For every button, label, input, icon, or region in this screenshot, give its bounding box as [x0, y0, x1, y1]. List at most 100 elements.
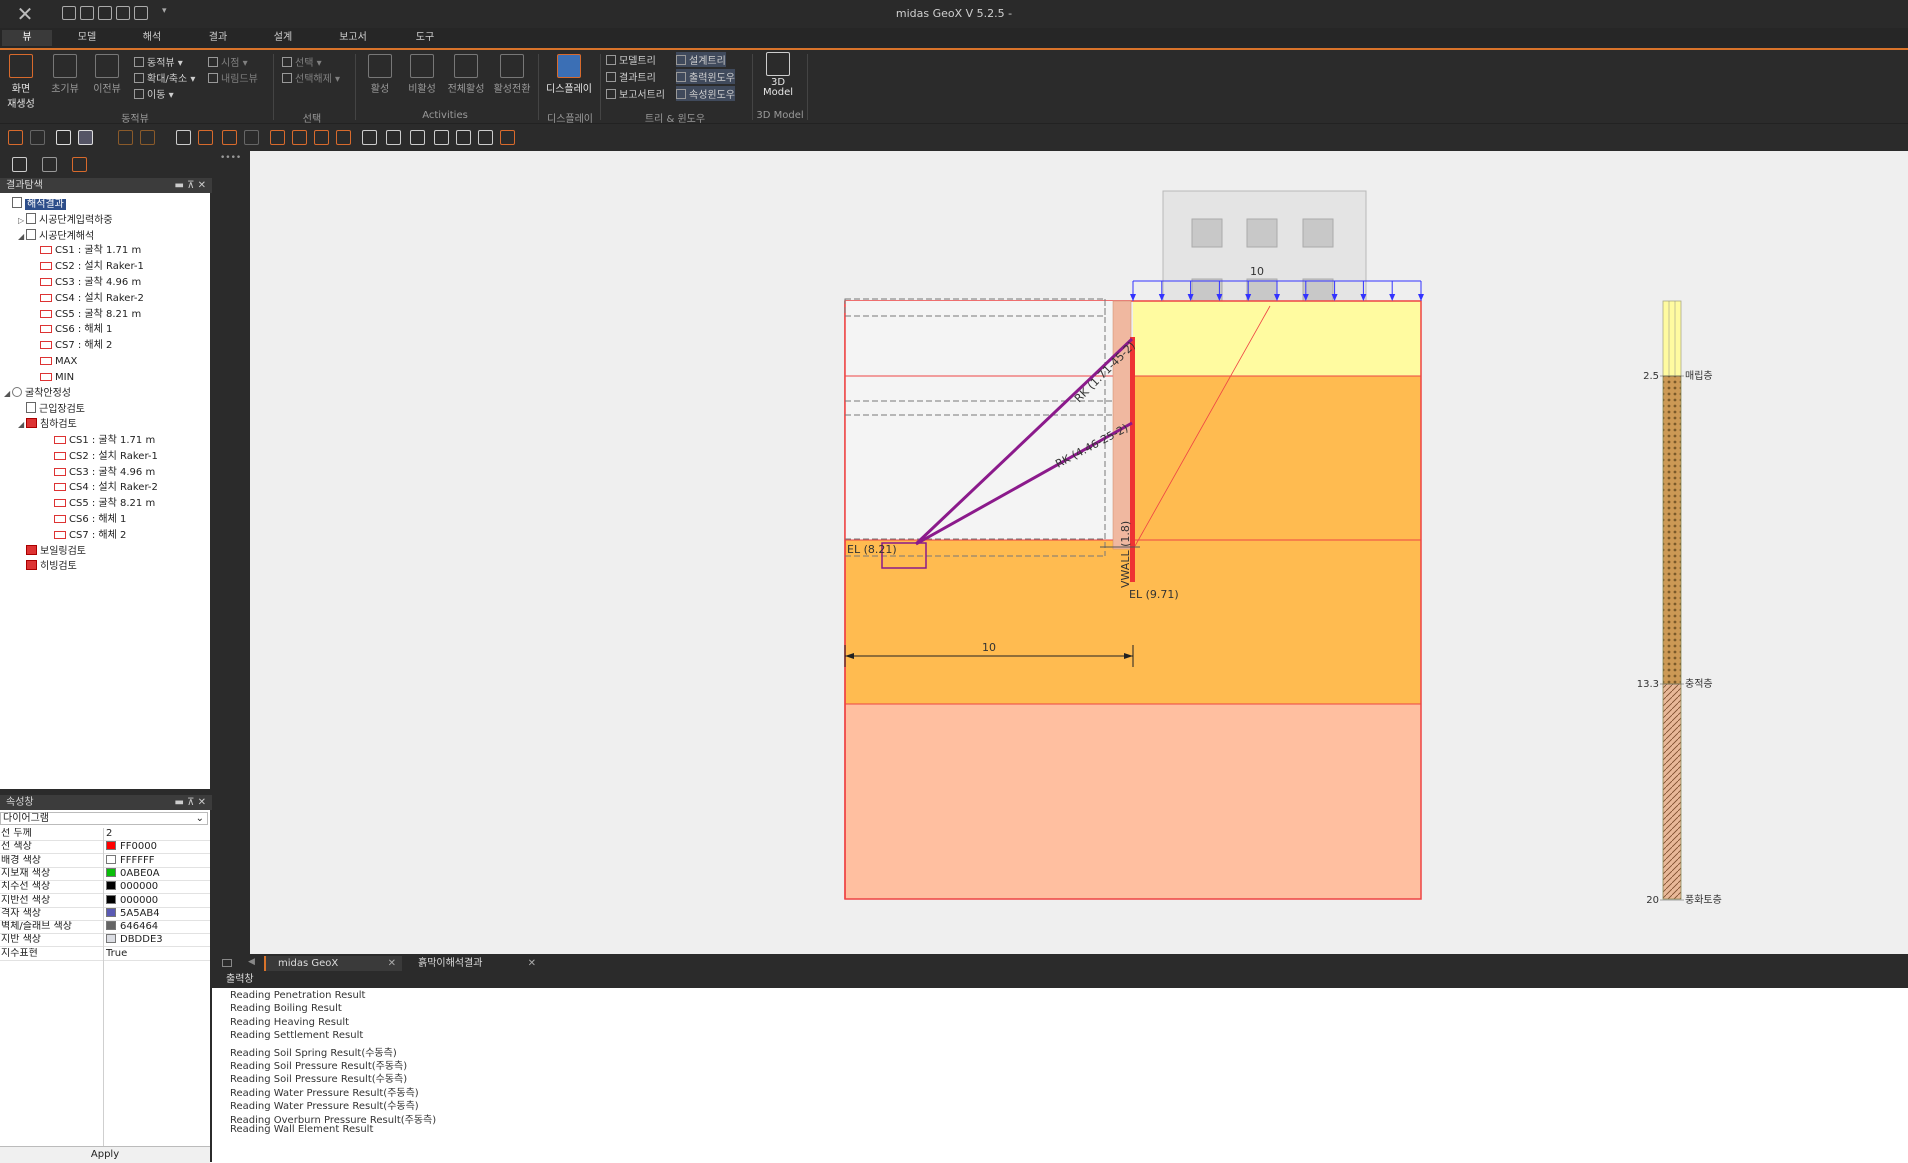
redo-icon[interactable] [140, 130, 155, 145]
output-window-button[interactable]: 출력윈도우 [676, 69, 735, 84]
expand-arrow-icon[interactable]: ◢ [18, 230, 26, 244]
design-tab-icon[interactable] [42, 157, 57, 172]
tree-node[interactable]: CS7 : 해체 2 [46, 529, 126, 543]
line-load-icon[interactable] [410, 130, 425, 145]
property-value[interactable]: 2 [106, 828, 112, 840]
activate-button[interactable]: 활성 [360, 54, 400, 95]
activate-toggle-button[interactable]: 활성전환 [490, 54, 534, 95]
all-activate-button[interactable]: 전체활성 [444, 54, 488, 95]
tree-node[interactable]: CS5 : 굴착 8.21 m [32, 308, 141, 322]
panel-toggle-icon[interactable] [222, 959, 232, 967]
lock-icon[interactable] [56, 130, 71, 145]
tree-node[interactable]: CS1 : 굴착 1.71 m [32, 244, 141, 258]
property-row[interactable]: 격자 색상 5A5AB4 [0, 907, 210, 921]
point-load-icon[interactable] [434, 130, 449, 145]
property-value[interactable]: 000000 [106, 881, 158, 893]
3d-model-button[interactable]: 3D Model [758, 52, 798, 98]
tree-node[interactable]: 해석결과 [4, 197, 66, 211]
internal-view-button[interactable]: 내림드뷰 [208, 70, 258, 85]
property-value[interactable]: 0ABE0A [106, 867, 160, 880]
pencil-icon[interactable] [198, 130, 213, 145]
expand-arrow-icon[interactable]: ◢ [4, 387, 12, 401]
snap-icon[interactable] [8, 130, 23, 145]
property-value[interactable]: DBDDE3 [106, 934, 163, 946]
tree-node[interactable]: CS3 : 굴착 4.96 m [46, 466, 155, 480]
deselect-button[interactable]: 선택해제 ▾ [282, 70, 340, 85]
tab-view[interactable]: 뷰 [2, 30, 52, 46]
property-row[interactable]: 치수선 색상 000000 [0, 881, 210, 895]
tree-node[interactable]: CS6 : 해체 1 [32, 323, 112, 337]
tree-node[interactable]: CS7 : 해체 2 [32, 339, 112, 353]
tree-node[interactable]: MIN [32, 371, 74, 385]
point-view-button[interactable]: 시점 ▾ [208, 54, 248, 69]
tab-model[interactable]: 모델 [62, 30, 112, 46]
moment-icon[interactable] [478, 130, 493, 145]
building-icon[interactable] [362, 130, 377, 145]
property-row[interactable]: 선 두께 2 [0, 828, 210, 841]
tree-node[interactable]: CS5 : 굴착 8.21 m [46, 497, 155, 511]
lock-active-icon[interactable] [78, 130, 93, 145]
tab-report[interactable]: 보고서 [328, 30, 378, 46]
undo-icon[interactable] [118, 130, 133, 145]
deactivate-button[interactable]: 비활성 [402, 54, 442, 95]
zoom-button[interactable]: 확대/축소 ▾ [134, 70, 195, 85]
property-row[interactable]: 지수표현 True [0, 948, 210, 961]
strut-icon[interactable] [292, 130, 307, 145]
anchor-icon[interactable] [314, 130, 329, 145]
initial-view-button[interactable]: 초기뷰 [46, 54, 84, 95]
expand-arrow-icon[interactable]: ◢ [18, 418, 26, 432]
property-type-select[interactable]: 다이어그램 ⌄ [0, 812, 208, 825]
property-row[interactable]: 지반선 색상 000000 [0, 894, 210, 908]
result-tree-button[interactable]: 결과트리 [606, 69, 656, 84]
delete-icon[interactable] [500, 130, 515, 145]
tab-wall-analysis-result[interactable]: 흙막이해석결과 ✕ [406, 956, 542, 971]
select-button[interactable]: 선택 ▾ [282, 54, 322, 69]
design-tree-button[interactable]: 설계트리 [676, 52, 726, 67]
tree-node[interactable]: 히빙검토 [18, 560, 77, 574]
grid-icon[interactable] [30, 130, 45, 145]
tab-design[interactable]: 설계 [258, 30, 308, 46]
property-value[interactable]: 646464 [106, 921, 158, 933]
property-row[interactable]: 벽체/슬래브 색상 646464 [0, 921, 210, 935]
property-value[interactable]: 000000 [106, 894, 158, 907]
wall-icon[interactable] [222, 130, 237, 145]
tree-node[interactable]: CS4 : 설치 Raker-2 [32, 292, 144, 306]
tab-analysis[interactable]: 해석 [127, 30, 177, 46]
tree-node[interactable]: CS6 : 해체 1 [46, 513, 126, 527]
property-row[interactable]: 지보재 색상 0ABE0A [0, 867, 210, 881]
tree-node[interactable]: ▷ 시공단계입력하중 [18, 212, 113, 228]
section-icon[interactable] [244, 130, 259, 145]
close-icon[interactable]: ✕ [528, 956, 536, 971]
tab-tools[interactable]: 도구 [400, 30, 450, 46]
report-tree-button[interactable]: 보고서트리 [606, 86, 665, 101]
table-icon[interactable] [176, 130, 191, 145]
property-value[interactable]: FFFFFF [106, 854, 155, 867]
tree-node[interactable]: 보일링검토 [18, 544, 86, 559]
property-row[interactable]: 배경 색상 FFFFFF [0, 854, 210, 868]
pan-button[interactable]: 이동 ▾ [134, 86, 174, 101]
tab-result[interactable]: 결과 [193, 30, 243, 46]
distributed-load-icon[interactable] [456, 130, 471, 145]
property-window-button[interactable]: 속성윈도우 [676, 86, 735, 101]
model-tab-icon[interactable] [12, 157, 27, 172]
display-button[interactable]: 디스플레이 [542, 54, 596, 95]
property-row[interactable]: 지반 색상 DBDDE3 [0, 934, 210, 948]
dynamic-view-button[interactable]: 동적뷰 ▾ [134, 54, 183, 69]
property-row[interactable]: 선 색상 FF0000 [0, 841, 210, 855]
drawing-canvas[interactable]: 10 10 RK (1.71-45-2) RK (4.46-25-2) VWAL… [250, 151, 1908, 954]
property-value[interactable]: 5A5AB4 [106, 907, 160, 920]
support-icon[interactable] [270, 130, 285, 145]
tab-midas-geox[interactable]: midas GeoX ✕ [264, 956, 402, 971]
prev-view-button[interactable]: 이전뷰 [88, 54, 126, 95]
expand-arrow-icon[interactable]: ▷ [18, 214, 26, 228]
model-tree-button[interactable]: 모델트리 [606, 52, 656, 67]
tree-node[interactable]: CS2 : 설치 Raker-1 [32, 260, 144, 274]
tree-node[interactable]: CS4 : 설치 Raker-2 [46, 481, 158, 495]
property-value[interactable]: True [106, 948, 127, 960]
tree-node[interactable]: CS1 : 굴착 1.71 m [46, 434, 155, 448]
panel-controls[interactable]: ▬ ⊼ ✕ [174, 178, 206, 193]
nav-left-icon[interactable]: ◀ [248, 957, 255, 967]
tree-node[interactable]: 근입장검토 [18, 402, 85, 416]
tree-node[interactable]: CS2 : 설치 Raker-1 [46, 450, 158, 464]
tree-node[interactable]: ◢ 침하검토 [18, 418, 77, 432]
